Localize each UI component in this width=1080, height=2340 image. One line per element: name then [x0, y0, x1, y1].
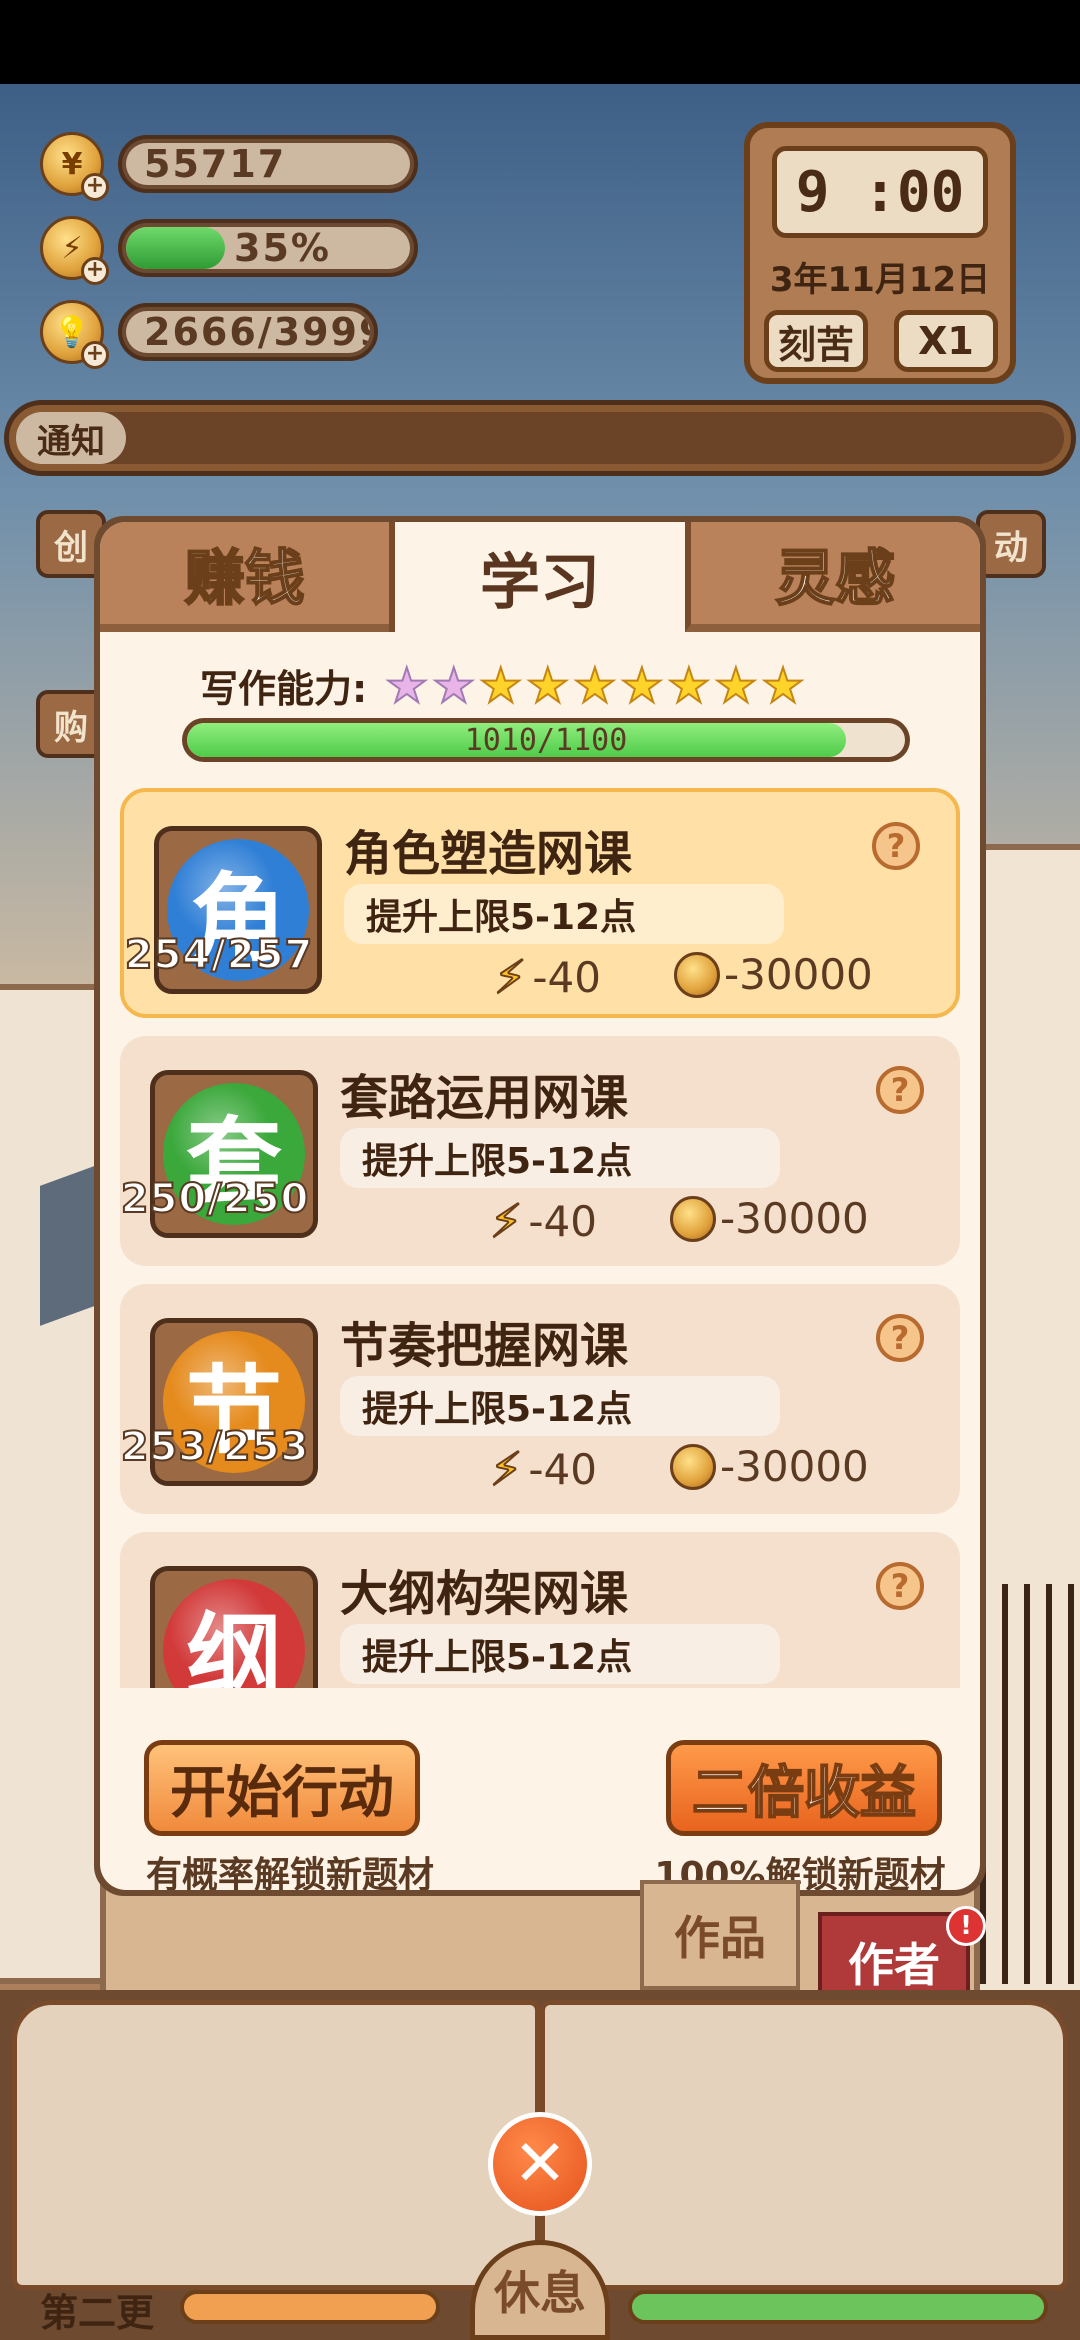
- help-icon[interactable]: ?: [872, 822, 920, 870]
- energy-cost-value: -40: [532, 952, 601, 1002]
- status-bar: [0, 0, 1080, 84]
- start-action-button[interactable]: 开始行动: [144, 1740, 420, 1836]
- book-page-right: [540, 2000, 1068, 2290]
- hud-energy[interactable]: ⚡ + 35%: [40, 216, 418, 285]
- double-reward-button[interactable]: 二倍收益: [666, 1740, 942, 1836]
- course-description: 提升上限5-12点: [340, 1128, 780, 1188]
- help-icon[interactable]: ?: [876, 1314, 924, 1362]
- coin-icon: [674, 951, 720, 998]
- course-count: 250/250: [120, 1175, 310, 1223]
- help-icon[interactable]: ?: [876, 1066, 924, 1114]
- coin-icon: [670, 1195, 716, 1242]
- star-rating: ★★★★★★★★★: [384, 661, 808, 711]
- lightning-icon: ⚡ +: [40, 216, 109, 285]
- energy-cost: ⚡ -40: [493, 949, 601, 1005]
- coin-icon: ¥ +: [40, 132, 109, 201]
- notification-badge: !: [946, 1906, 986, 1946]
- coin-cost: -30000: [670, 1194, 869, 1243]
- gold-star-icon: ★: [760, 657, 805, 714]
- rest-progress-bar: [628, 2290, 1048, 2324]
- ability-progress-text: 1010/1100: [464, 723, 628, 757]
- coin-cost-value: -30000: [724, 950, 873, 999]
- notice-label: 通知: [16, 412, 126, 464]
- lightbulb-icon: 💡 +: [40, 300, 109, 369]
- course-card[interactable]: 角 254/257 角色塑造网课 ? 提升上限5-12点 ⚡ -40 -3000…: [120, 788, 960, 1018]
- coins-value: 55717: [144, 143, 287, 185]
- coin-cost-value: -30000: [720, 1442, 869, 1491]
- energy-cost-value: -40: [528, 1196, 597, 1246]
- stair-railing: [980, 1584, 1080, 1984]
- course-title: 节奏把握网课: [340, 1318, 629, 1374]
- coin-cost: -30000: [674, 950, 873, 999]
- course-description: 提升上限5-12点: [340, 1624, 780, 1684]
- course-title: 大纲构架网课: [340, 1566, 629, 1622]
- coin-icon: [670, 1443, 716, 1490]
- chapter-progress-bar: [180, 2290, 440, 2324]
- gold-star-icon: ★: [666, 657, 711, 714]
- works-tab[interactable]: 作品: [640, 1880, 800, 1990]
- ability-progress-bar: 1010/1100: [182, 718, 910, 762]
- chapter-label: 第二更: [40, 2291, 155, 2335]
- study-panel: 赚钱 学习 灵感 写作能力: ★★★★★★★★★ 1010/1100 角 254…: [94, 516, 986, 1896]
- gold-star-icon: ★: [572, 657, 617, 714]
- side-tab-activity[interactable]: 动: [976, 510, 1046, 578]
- coin-cost-value: -30000: [720, 1194, 869, 1243]
- course-card[interactable]: 节 253/253 节奏把握网课 ? 提升上限5-12点 ⚡ -40 -3000…: [120, 1284, 960, 1514]
- course-title: 角色塑造网课: [344, 826, 633, 882]
- help-icon[interactable]: ?: [876, 1562, 924, 1610]
- writing-ability: 写作能力: ★★★★★★★★★: [200, 658, 808, 713]
- clock-time: 9 :00: [772, 146, 988, 238]
- writing-ability-label: 写作能力:: [200, 667, 368, 711]
- lightning-icon: ⚡: [489, 1193, 523, 1249]
- course-count: 254/257: [124, 931, 314, 979]
- close-icon[interactable]: ✕: [488, 2112, 592, 2216]
- plus-icon: +: [81, 341, 109, 369]
- course-icon-frame: 纲: [150, 1566, 318, 1688]
- course-description: 提升上限5-12点: [340, 1376, 780, 1436]
- course-count: 253/253: [120, 1423, 310, 1471]
- panel-tabs: 赚钱 学习 灵感: [100, 522, 980, 632]
- notice-bar[interactable]: 通知: [4, 400, 1076, 476]
- plus-icon: +: [81, 257, 109, 285]
- plus-icon: +: [81, 173, 109, 201]
- gold-star-icon: ★: [713, 657, 758, 714]
- gold-star-icon: ★: [478, 657, 523, 714]
- mode-button[interactable]: 刻苦: [764, 310, 868, 372]
- energy-bar-fill: [126, 227, 226, 269]
- gold-star-icon: ★: [525, 657, 570, 714]
- clock-panel: 9 :00 3年11月12日 刻苦 X1: [744, 122, 1016, 384]
- course-description: 提升上限5-12点: [344, 884, 784, 944]
- coin-cost: -30000: [670, 1442, 869, 1491]
- start-action-subtitle: 有概率解锁新题材: [145, 1855, 434, 1890]
- course-title: 套路运用网课: [340, 1070, 629, 1126]
- speed-button[interactable]: X1: [894, 310, 998, 372]
- book-page-left: [12, 2000, 540, 2290]
- lightning-icon: ⚡: [489, 1441, 523, 1497]
- energy-value: 35%: [234, 227, 331, 269]
- tab-inspiration[interactable]: 灵感: [684, 522, 980, 632]
- energy-cost: ⚡ -40: [489, 1193, 597, 1249]
- course-list[interactable]: 角 254/257 角色塑造网课 ? 提升上限5-12点 ⚡ -40 -3000…: [120, 788, 960, 1688]
- lightning-icon: ⚡: [493, 949, 527, 1005]
- inspiration-value: 2666/3999: [144, 311, 370, 353]
- energy-cost-value: -40: [528, 1444, 597, 1494]
- course-card[interactable]: 套 250/250 套路运用网课 ? 提升上限5-12点 ⚡ -40 -3000…: [120, 1036, 960, 1266]
- rainbow-star-icon: ★: [384, 657, 429, 714]
- course-card[interactable]: 纲 大纲构架网课 ? 提升上限5-12点 ⚡ -40 -30000: [120, 1532, 960, 1688]
- hud-coins[interactable]: ¥ + 55717: [40, 132, 418, 201]
- tab-earn-money[interactable]: 赚钱: [100, 522, 390, 632]
- rainbow-star-icon: ★: [431, 657, 476, 714]
- gold-star-icon: ★: [619, 657, 664, 714]
- course-icon: 纲: [163, 1579, 305, 1688]
- clock-date: 3年11月12日: [769, 260, 991, 300]
- energy-cost: ⚡ -40: [489, 1441, 597, 1497]
- hud-inspiration[interactable]: 💡 + 2666/3999: [40, 300, 378, 369]
- tab-study[interactable]: 学习: [389, 522, 685, 632]
